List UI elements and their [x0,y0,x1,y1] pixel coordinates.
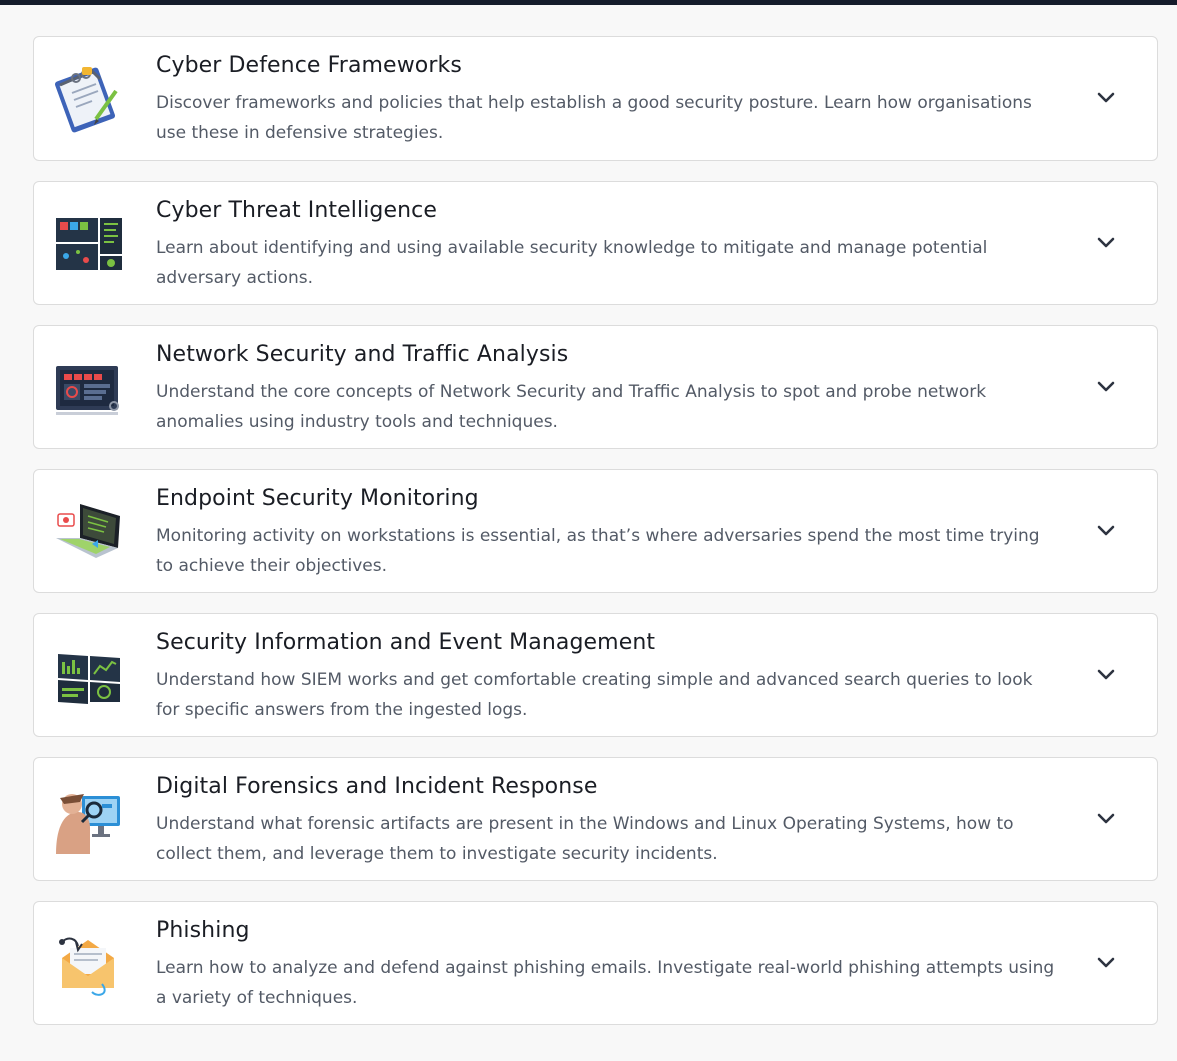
chevron-down-icon[interactable] [1095,520,1117,542]
module-description: Monitoring activity on workstations is e… [156,526,1040,576]
module-card-endpoint-security[interactable]: Endpoint Security Monitoring Monitoring … [33,469,1158,593]
clipboard-chain-icon [52,63,126,135]
top-bar [0,0,1177,5]
module-description: Learn how to analyze and defend against … [156,958,1055,1008]
module-card-cyber-threat-intelligence[interactable]: Cyber Threat Intelligence Learn about id… [33,181,1158,305]
chevron-down-icon[interactable] [1095,376,1117,398]
module-card-phishing[interactable]: Phishing Learn how to analyze and defend… [33,901,1158,1025]
chevron-down-icon[interactable] [1095,232,1117,254]
phishing-envelope-icon [52,928,126,1000]
module-card-siem[interactable]: Security Information and Event Managemen… [33,613,1158,737]
module-title: Security Information and Event Managemen… [156,630,656,655]
threat-dashboard-icon [52,208,126,280]
module-description: Learn about identifying and using availa… [156,238,988,288]
laptop-icon [52,496,126,568]
chevron-down-icon[interactable] [1095,664,1117,686]
module-list: Cyber Defence Frameworks Discover framew… [33,36,1158,1045]
module-title: Endpoint Security Monitoring [156,486,479,511]
module-description: Understand the core concepts of Network … [156,382,987,432]
module-title: Digital Forensics and Incident Response [156,774,598,799]
chevron-down-icon[interactable] [1095,808,1117,830]
chevron-down-icon[interactable] [1095,87,1117,109]
siem-screens-icon [52,640,126,712]
network-monitor-icon [52,352,126,424]
chevron-down-icon[interactable] [1095,952,1117,974]
module-title: Cyber Threat Intelligence [156,198,438,223]
module-description: Understand how SIEM works and get comfor… [156,670,1033,720]
forensics-investigator-icon [52,784,126,856]
module-title: Network Security and Traffic Analysis [156,342,569,367]
module-title: Phishing [156,918,250,943]
module-title: Cyber Defence Frameworks [156,53,462,78]
module-description: Discover frameworks and policies that he… [156,93,1032,143]
module-card-dfir[interactable]: Digital Forensics and Incident Response … [33,757,1158,881]
module-description: Understand what forensic artifacts are p… [156,814,1014,864]
module-card-cyber-defence-frameworks[interactable]: Cyber Defence Frameworks Discover framew… [33,36,1158,161]
module-card-network-security[interactable]: Network Security and Traffic Analysis Un… [33,325,1158,449]
